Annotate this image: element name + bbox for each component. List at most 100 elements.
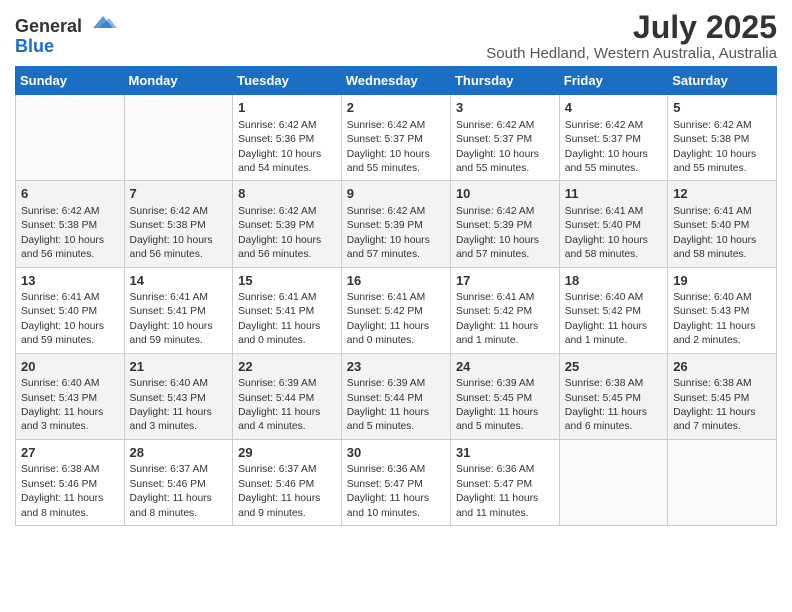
logo-blue-text: Blue	[15, 36, 54, 56]
day-number: 25	[565, 358, 662, 376]
logo-general-text: General	[15, 16, 82, 36]
weekday-header-wednesday: Wednesday	[341, 67, 450, 95]
page-header: General Blue July 2025 South Hedland, We…	[15, 10, 777, 62]
day-info: Sunrise: 6:37 AM Sunset: 5:46 PM Dayligh…	[238, 463, 336, 521]
day-info: Sunrise: 6:41 AM Sunset: 5:40 PM Dayligh…	[673, 205, 771, 263]
day-number: 11	[565, 185, 662, 203]
day-number: 19	[673, 272, 771, 290]
calendar-table: SundayMondayTuesdayWednesdayThursdayFrid…	[15, 66, 777, 526]
day-info: Sunrise: 6:41 AM Sunset: 5:42 PM Dayligh…	[456, 291, 554, 349]
day-number: 1	[238, 99, 336, 117]
day-info: Sunrise: 6:42 AM Sunset: 5:38 PM Dayligh…	[673, 119, 771, 177]
day-info: Sunrise: 6:38 AM Sunset: 5:46 PM Dayligh…	[21, 463, 119, 521]
calendar-cell: 16Sunrise: 6:41 AM Sunset: 5:42 PM Dayli…	[341, 267, 450, 353]
calendar-cell: 5 Sunrise: 6:42 AM Sunset: 5:38 PM Daylig…	[668, 95, 777, 181]
calendar-cell: 11Sunrise: 6:41 AM Sunset: 5:40 PM Dayli…	[559, 181, 667, 267]
calendar-week-row-2: 6 Sunrise: 6:42 AM Sunset: 5:38 PM Daylig…	[16, 181, 777, 267]
day-number: 14	[130, 272, 228, 290]
calendar-cell: 17Sunrise: 6:41 AM Sunset: 5:42 PM Dayli…	[450, 267, 559, 353]
day-info: Sunrise: 6:40 AM Sunset: 5:42 PM Dayligh…	[565, 291, 662, 349]
day-info: Sunrise: 6:39 AM Sunset: 5:44 PM Dayligh…	[238, 377, 336, 435]
day-info: Sunrise: 6:42 AM Sunset: 5:37 PM Dayligh…	[565, 119, 662, 177]
day-number: 5	[673, 99, 771, 117]
day-info: Sunrise: 6:36 AM Sunset: 5:47 PM Dayligh…	[456, 463, 554, 521]
day-info: Sunrise: 6:39 AM Sunset: 5:45 PM Dayligh…	[456, 377, 554, 435]
weekday-header-thursday: Thursday	[450, 67, 559, 95]
day-number: 4	[565, 99, 662, 117]
calendar-cell	[124, 95, 233, 181]
calendar-cell: 1 Sunrise: 6:42 AM Sunset: 5:36 PM Daylig…	[233, 95, 342, 181]
day-info: Sunrise: 6:37 AM Sunset: 5:46 PM Dayligh…	[130, 463, 228, 521]
day-number: 24	[456, 358, 554, 376]
day-number: 21	[130, 358, 228, 376]
location-title: South Hedland, Western Australia, Austra…	[486, 45, 777, 62]
day-info: Sunrise: 6:42 AM Sunset: 5:37 PM Dayligh…	[347, 119, 445, 177]
day-number: 6	[21, 185, 119, 203]
calendar-cell: 2 Sunrise: 6:42 AM Sunset: 5:37 PM Daylig…	[341, 95, 450, 181]
day-info: Sunrise: 6:42 AM Sunset: 5:36 PM Dayligh…	[238, 119, 336, 177]
day-info: Sunrise: 6:40 AM Sunset: 5:43 PM Dayligh…	[21, 377, 119, 435]
calendar-cell: 27Sunrise: 6:38 AM Sunset: 5:46 PM Dayli…	[16, 439, 125, 525]
weekday-header-monday: Monday	[124, 67, 233, 95]
day-number: 22	[238, 358, 336, 376]
day-info: Sunrise: 6:42 AM Sunset: 5:38 PM Dayligh…	[21, 205, 119, 263]
calendar-cell	[16, 95, 125, 181]
calendar-week-row-4: 20Sunrise: 6:40 AM Sunset: 5:43 PM Dayli…	[16, 353, 777, 439]
day-number: 10	[456, 185, 554, 203]
logo-icon	[89, 14, 117, 32]
month-title: July 2025	[486, 10, 777, 45]
day-info: Sunrise: 6:41 AM Sunset: 5:41 PM Dayligh…	[130, 291, 228, 349]
calendar-cell: 25Sunrise: 6:38 AM Sunset: 5:45 PM Dayli…	[559, 353, 667, 439]
day-number: 8	[238, 185, 336, 203]
calendar-cell: 15Sunrise: 6:41 AM Sunset: 5:41 PM Dayli…	[233, 267, 342, 353]
calendar-cell: 14Sunrise: 6:41 AM Sunset: 5:41 PM Dayli…	[124, 267, 233, 353]
day-number: 30	[347, 444, 445, 462]
calendar-cell: 18Sunrise: 6:40 AM Sunset: 5:42 PM Dayli…	[559, 267, 667, 353]
day-number: 13	[21, 272, 119, 290]
day-info: Sunrise: 6:41 AM Sunset: 5:41 PM Dayligh…	[238, 291, 336, 349]
day-info: Sunrise: 6:42 AM Sunset: 5:39 PM Dayligh…	[347, 205, 445, 263]
day-number: 17	[456, 272, 554, 290]
day-number: 9	[347, 185, 445, 203]
day-info: Sunrise: 6:40 AM Sunset: 5:43 PM Dayligh…	[130, 377, 228, 435]
calendar-cell: 7 Sunrise: 6:42 AM Sunset: 5:38 PM Daylig…	[124, 181, 233, 267]
calendar-cell: 21Sunrise: 6:40 AM Sunset: 5:43 PM Dayli…	[124, 353, 233, 439]
day-number: 23	[347, 358, 445, 376]
calendar-cell: 24Sunrise: 6:39 AM Sunset: 5:45 PM Dayli…	[450, 353, 559, 439]
title-block: July 2025 South Hedland, Western Austral…	[486, 10, 777, 62]
calendar-cell: 3Sunrise: 6:42 AM Sunset: 5:37 PM Daylig…	[450, 95, 559, 181]
calendar-week-row-5: 27Sunrise: 6:38 AM Sunset: 5:46 PM Dayli…	[16, 439, 777, 525]
day-number: 3	[456, 99, 554, 117]
day-info: Sunrise: 6:38 AM Sunset: 5:45 PM Dayligh…	[565, 377, 662, 435]
calendar-cell: 6 Sunrise: 6:42 AM Sunset: 5:38 PM Daylig…	[16, 181, 125, 267]
day-info: Sunrise: 6:42 AM Sunset: 5:39 PM Dayligh…	[456, 205, 554, 263]
day-number: 18	[565, 272, 662, 290]
day-info: Sunrise: 6:42 AM Sunset: 5:38 PM Dayligh…	[130, 205, 228, 263]
calendar-cell: 28Sunrise: 6:37 AM Sunset: 5:46 PM Dayli…	[124, 439, 233, 525]
day-number: 20	[21, 358, 119, 376]
calendar-week-row-3: 13Sunrise: 6:41 AM Sunset: 5:40 PM Dayli…	[16, 267, 777, 353]
calendar-cell: 22Sunrise: 6:39 AM Sunset: 5:44 PM Dayli…	[233, 353, 342, 439]
calendar-cell: 12Sunrise: 6:41 AM Sunset: 5:40 PM Dayli…	[668, 181, 777, 267]
weekday-header-friday: Friday	[559, 67, 667, 95]
day-number: 29	[238, 444, 336, 462]
weekday-header-row: SundayMondayTuesdayWednesdayThursdayFrid…	[16, 67, 777, 95]
day-info: Sunrise: 6:39 AM Sunset: 5:44 PM Dayligh…	[347, 377, 445, 435]
day-info: Sunrise: 6:42 AM Sunset: 5:39 PM Dayligh…	[238, 205, 336, 263]
calendar-cell: 9 Sunrise: 6:42 AM Sunset: 5:39 PM Daylig…	[341, 181, 450, 267]
calendar-cell	[668, 439, 777, 525]
day-number: 28	[130, 444, 228, 462]
logo: General Blue	[15, 14, 117, 57]
day-info: Sunrise: 6:40 AM Sunset: 5:43 PM Dayligh…	[673, 291, 771, 349]
day-number: 27	[21, 444, 119, 462]
calendar-cell: 20Sunrise: 6:40 AM Sunset: 5:43 PM Dayli…	[16, 353, 125, 439]
day-number: 16	[347, 272, 445, 290]
day-number: 7	[130, 185, 228, 203]
weekday-header-sunday: Sunday	[16, 67, 125, 95]
calendar-cell: 29Sunrise: 6:37 AM Sunset: 5:46 PM Dayli…	[233, 439, 342, 525]
day-number: 31	[456, 444, 554, 462]
day-info: Sunrise: 6:36 AM Sunset: 5:47 PM Dayligh…	[347, 463, 445, 521]
day-info: Sunrise: 6:41 AM Sunset: 5:42 PM Dayligh…	[347, 291, 445, 349]
calendar-cell: 30Sunrise: 6:36 AM Sunset: 5:47 PM Dayli…	[341, 439, 450, 525]
day-number: 2	[347, 99, 445, 117]
